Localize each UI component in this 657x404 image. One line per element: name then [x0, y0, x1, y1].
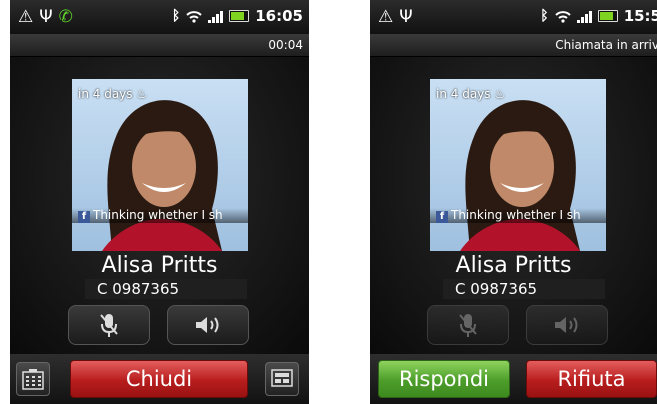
notes-button[interactable] — [265, 362, 299, 396]
social-status: f Thinking whether I sh — [430, 208, 606, 223]
wifi-icon — [554, 10, 571, 23]
battery-icon — [229, 10, 250, 22]
facebook-icon: f — [436, 211, 448, 223]
warning-icon: ⚠ — [18, 7, 34, 27]
status-bar: ⚠ Ψ ᛒ 15:5 — [370, 0, 657, 34]
mute-button[interactable] — [427, 305, 509, 345]
call-area: in 4 days ♨ f Thinking whether I sh Alisa… — [370, 57, 657, 354]
contact-photo: in 4 days ♨ f Thinking whether I sh — [430, 79, 606, 251]
status-bar: ⚠ Ψ ✆ ᛒ 16:05 — [10, 0, 309, 34]
facebook-icon: f — [78, 211, 90, 223]
status-message: Thinking whether I sh — [93, 208, 223, 222]
in-call-screen: ⚠ Ψ ✆ ᛒ 16:05 00:04 in 4 days ♨ f Thinki… — [10, 0, 309, 404]
status-time: 15:5 — [623, 7, 657, 25]
battery-icon — [597, 10, 618, 22]
birthday-cake-icon: ♨ — [494, 87, 506, 101]
usb-icon: Ψ — [39, 7, 53, 27]
bluetooth-icon: ᛒ — [540, 8, 549, 24]
birthday-days-label: in 4 days — [436, 87, 491, 101]
speaker-button[interactable] — [167, 305, 249, 345]
end-call-button[interactable]: Chiudi — [70, 360, 248, 398]
call-info-bar: 00:04 — [10, 34, 309, 57]
bluetooth-icon: ᛒ — [171, 8, 181, 24]
social-status: f Thinking whether I sh — [72, 208, 248, 223]
mute-button[interactable] — [68, 305, 150, 345]
incoming-call-label: Chiamata in arriv — [555, 38, 657, 52]
signal-icon — [576, 9, 592, 23]
decline-button[interactable]: Rifiuta — [526, 360, 657, 398]
warning-icon: ⚠ — [378, 7, 394, 27]
call-action-bar: Chiudi — [10, 354, 309, 404]
contact-portrait — [102, 100, 222, 251]
dialpad-icon — [22, 369, 44, 390]
incoming-call-screen: ⚠ Ψ ᛒ 15:5 Chiamata in arriv in 4 days ♨… — [370, 0, 657, 404]
speaker-icon — [555, 317, 578, 333]
speaker-icon — [196, 317, 219, 333]
status-time: 16:05 — [255, 7, 303, 25]
contact-portrait — [460, 100, 580, 251]
status-message: Thinking whether I sh — [451, 208, 581, 222]
call-timer: 00:04 — [268, 38, 303, 52]
call-action-bar: Rispondi Rifiuta — [370, 354, 657, 404]
mute-mic-icon — [459, 314, 477, 337]
notes-icon — [271, 369, 293, 387]
speaker-button[interactable] — [526, 305, 608, 345]
contact-name: Alisa Pritts — [455, 253, 572, 278]
answer-button[interactable]: Rispondi — [378, 360, 510, 398]
wifi-icon — [186, 10, 202, 23]
call-area: in 4 days ♨ f Thinking whether I sh Alisa… — [10, 57, 309, 354]
phone-call-icon: ✆ — [58, 7, 73, 27]
contact-photo: in 4 days ♨ f Thinking whether I sh — [72, 79, 248, 251]
contact-number: C 0987365 — [85, 279, 247, 299]
call-info-bar: Chiamata in arriv — [370, 34, 657, 57]
contact-name: Alisa Pritts — [101, 253, 218, 278]
birthday-cake-icon: ♨ — [136, 87, 148, 101]
birthday-days-label: in 4 days — [78, 87, 133, 101]
contact-number: C 0987365 — [443, 279, 605, 299]
usb-icon: Ψ — [399, 7, 413, 27]
mute-mic-icon — [100, 314, 118, 337]
birthday-reminder: in 4 days ♨ — [436, 87, 505, 101]
birthday-reminder: in 4 days ♨ — [78, 87, 147, 101]
signal-icon — [208, 9, 224, 23]
dialpad-button[interactable] — [16, 362, 50, 396]
